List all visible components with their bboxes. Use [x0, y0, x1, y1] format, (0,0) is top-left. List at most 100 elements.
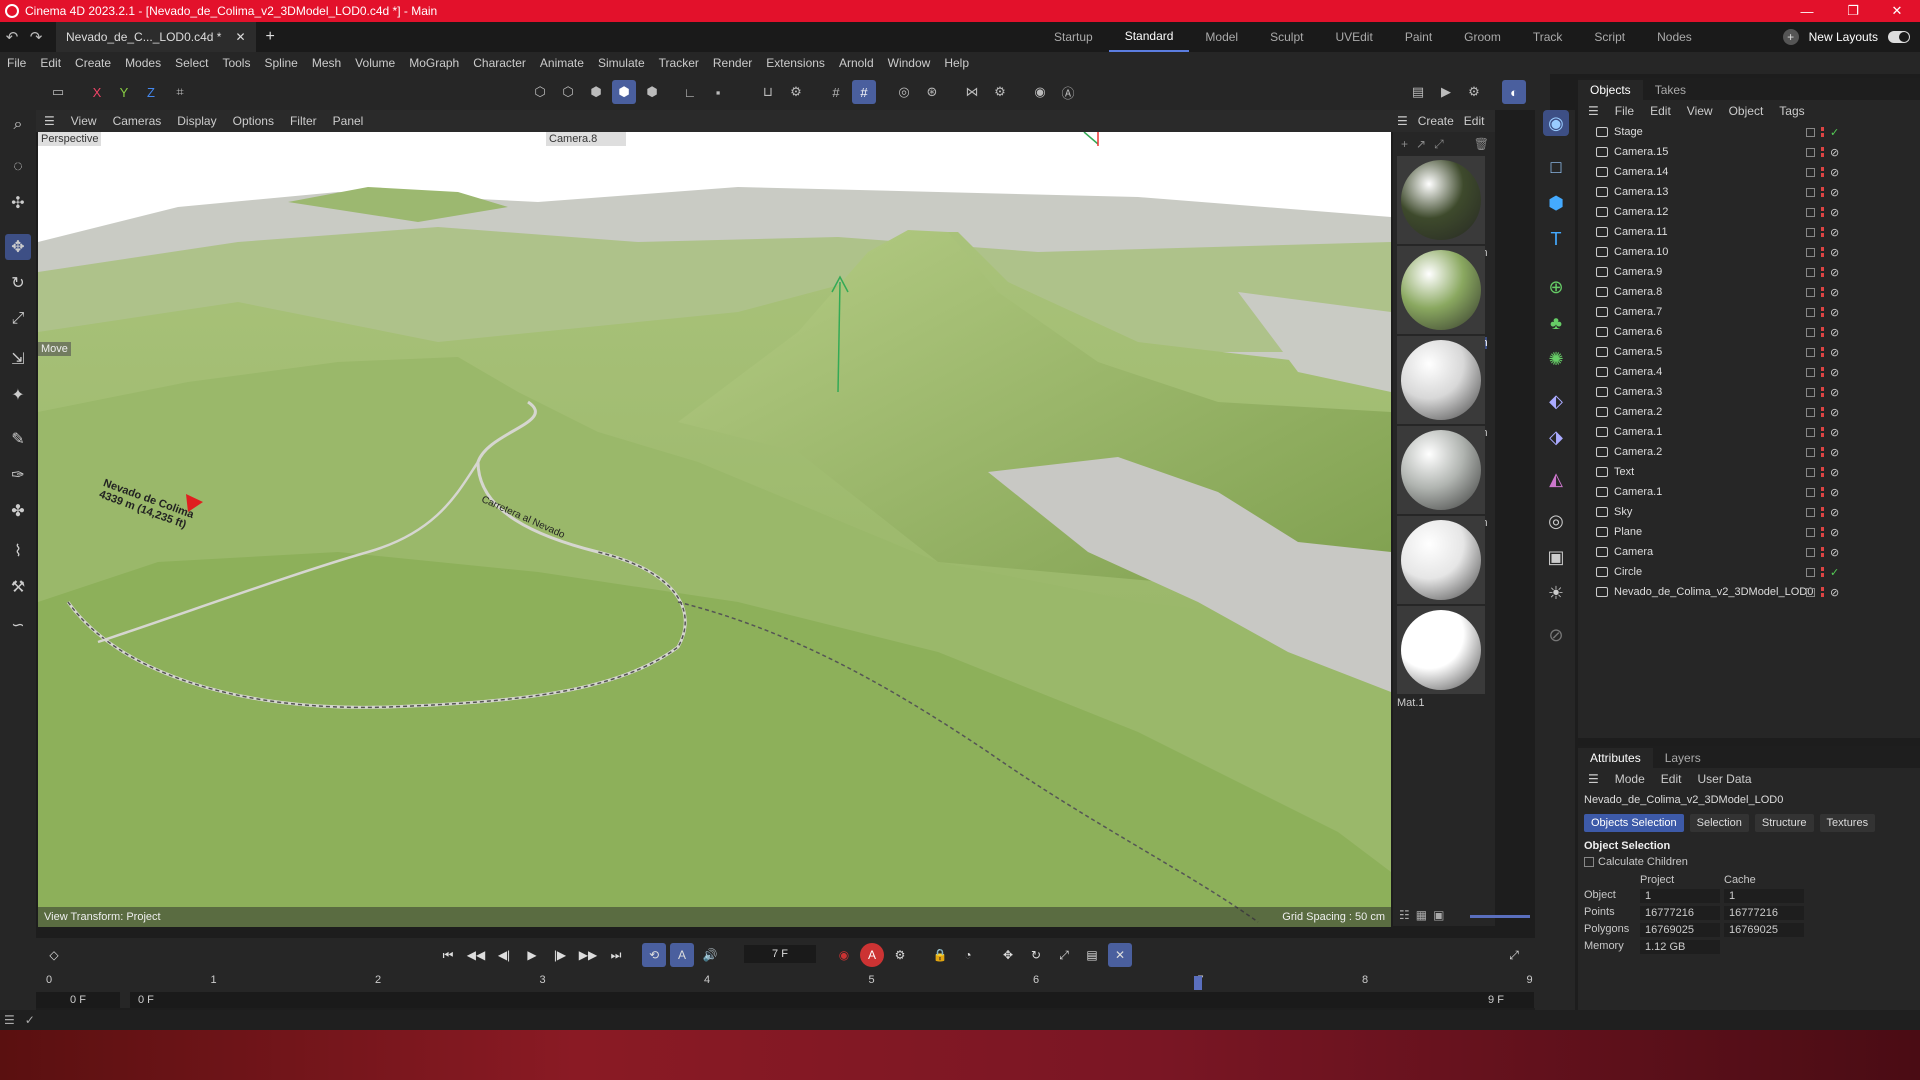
calculate-children-checkbox[interactable] [1584, 857, 1594, 867]
object-row[interactable]: Text ⊘ [1578, 462, 1920, 482]
list-view-icon[interactable]: ☷ [1399, 908, 1410, 922]
menu-help[interactable]: Help [937, 56, 976, 70]
object-row[interactable]: Camera.3 ⊘ [1578, 382, 1920, 402]
edit-toggle[interactable] [1806, 287, 1815, 297]
object-row[interactable]: Camera.1 ⊘ [1578, 482, 1920, 502]
viewport-menu-panel[interactable]: Panel [325, 114, 372, 128]
select-tool-icon[interactable]: ◌ [5, 154, 31, 180]
light-icon[interactable]: ☀ [1543, 580, 1569, 606]
visibility-dots[interactable] [1821, 507, 1824, 517]
range-end-field[interactable]: 9 F [1458, 992, 1534, 1008]
spline-pen-icon[interactable]: ✎ [5, 426, 31, 452]
undo-history-icon[interactable]: ▭ [46, 80, 70, 104]
viewport-menu-display[interactable]: Display [169, 114, 224, 128]
edit-toggle[interactable] [1806, 327, 1815, 337]
object-row[interactable]: Nevado_de_Colima_v2_3DModel_LOD0 ⊘ [1578, 582, 1920, 602]
auto-lod-icon[interactable]: Ⓐ [1056, 80, 1080, 104]
object-row[interactable]: Camera ⊘ [1578, 542, 1920, 562]
menu-spline[interactable]: Spline [257, 56, 304, 70]
parameter-key-icon[interactable]: ▤ [1080, 943, 1104, 967]
visibility-dots[interactable] [1821, 307, 1824, 317]
object-row[interactable]: Camera.1 ⊘ [1578, 422, 1920, 442]
visibility-dots[interactable] [1821, 587, 1824, 597]
edit-toggle[interactable] [1806, 227, 1815, 237]
tab-takes[interactable]: Takes [1643, 80, 1698, 100]
close-button[interactable]: ✕ [1874, 0, 1920, 22]
uv-mode-icon[interactable]: ⬢ [640, 80, 664, 104]
visibility-dots[interactable] [1821, 547, 1824, 557]
object-row[interactable]: Camera.14 ⊘ [1578, 162, 1920, 182]
edit-toggle[interactable] [1806, 487, 1815, 497]
subtab-selection[interactable]: Selection [1689, 814, 1749, 832]
object-row[interactable]: Circle ✓ [1578, 562, 1920, 582]
visibility-dots[interactable] [1821, 287, 1824, 297]
edit-toggle[interactable] [1806, 127, 1815, 137]
material-link-icon[interactable]: ↗ [1416, 137, 1426, 151]
position-key-icon[interactable]: ✥ [996, 943, 1020, 967]
object-row[interactable]: Plane ⊘ [1578, 522, 1920, 542]
edit-toggle[interactable] [1806, 147, 1815, 157]
material-menu-create[interactable]: Create [1418, 114, 1454, 128]
layout-groom[interactable]: Groom [1448, 22, 1517, 52]
symmetry-settings-icon[interactable]: ⚙ [988, 80, 1012, 104]
snap-settings-icon[interactable]: ⚙ [784, 80, 808, 104]
object-row[interactable]: Camera.10 ⊘ [1578, 242, 1920, 262]
new-layouts-toggle[interactable] [1888, 31, 1910, 43]
spline-smooth-icon[interactable]: ✑ [5, 462, 31, 488]
visibility-dots[interactable] [1821, 207, 1824, 217]
grid-icon[interactable]: # [824, 80, 848, 104]
graph-editor-icon[interactable]: ⤢ [1502, 943, 1526, 967]
symmetry-icon[interactable]: ⋈ [960, 80, 984, 104]
visibility-dots[interactable] [1821, 167, 1824, 177]
document-tab-close-icon[interactable]: ✕ [235, 30, 245, 44]
rotate-tool-icon[interactable]: ↻ [5, 270, 31, 296]
tab-layers[interactable]: Layers [1653, 748, 1713, 768]
subtab-structure[interactable]: Structure [1754, 814, 1814, 832]
layout-model[interactable]: Model [1189, 22, 1254, 52]
object-row[interactable]: Camera.5 ⊘ [1578, 342, 1920, 362]
3d-viewport[interactable]: Perspective Camera.8 Move Nevado de Coli… [38, 132, 1391, 927]
move-tool-icon[interactable]: ✥ [5, 234, 31, 260]
edit-toggle[interactable] [1806, 567, 1815, 577]
edit-toggle[interactable] [1806, 507, 1815, 517]
layout-startup[interactable]: Startup [1038, 22, 1109, 52]
edit-toggle[interactable] [1806, 527, 1815, 537]
object-hamburger-icon[interactable]: ☰ [1588, 104, 1599, 118]
minimize-button[interactable]: — [1784, 0, 1830, 22]
go-to-end-icon[interactable]: ⏭ [604, 943, 628, 967]
edges-mode-icon[interactable]: ⬡ [556, 80, 580, 104]
material-size-slider[interactable] [1470, 915, 1530, 918]
menu-create[interactable]: Create [68, 56, 118, 70]
viewport-menu-filter[interactable]: Filter [282, 114, 325, 128]
live-select-icon[interactable]: ✣ [5, 190, 31, 216]
menu-edit[interactable]: Edit [33, 56, 68, 70]
soft-selection-icon[interactable]: ◎ [892, 80, 916, 104]
material-expand-icon[interactable]: ⤢ [1434, 137, 1444, 152]
points-mode-icon[interactable]: ⬡ [528, 80, 552, 104]
menu-tools[interactable]: Tools [215, 56, 257, 70]
menu-arnold[interactable]: Arnold [832, 56, 881, 70]
range-slider[interactable]: 0 F 9 F [130, 992, 1500, 1008]
menu-character[interactable]: Character [466, 56, 533, 70]
visibility-dots[interactable] [1821, 267, 1824, 277]
edit-toggle[interactable] [1806, 447, 1815, 457]
knife-icon[interactable]: ⚒ [5, 574, 31, 600]
object-row[interactable]: Camera.13 ⊘ [1578, 182, 1920, 202]
edit-toggle[interactable] [1806, 427, 1815, 437]
field-icon[interactable]: ⬗ [1543, 424, 1569, 450]
render-view-icon[interactable]: ▤ [1406, 80, 1430, 104]
render-settings-icon[interactable]: ⚙ [1462, 80, 1486, 104]
cube-primitive-icon[interactable]: □ [1543, 154, 1569, 180]
workplane-icon[interactable]: # [852, 80, 876, 104]
axis-mode-icon[interactable]: ∟ [678, 80, 702, 104]
object-menu-edit[interactable]: Edit [1650, 104, 1671, 118]
effector-icon[interactable]: ◭ [1543, 466, 1569, 492]
next-key-icon[interactable]: ▶▶ [576, 943, 600, 967]
status-check-icon[interactable]: ✓ [25, 1013, 35, 1027]
sound-icon[interactable]: 🔊 [698, 943, 722, 967]
transform-tool-icon[interactable]: ⇲ [5, 346, 31, 372]
layout-nodes[interactable]: Nodes [1641, 22, 1708, 52]
tweak-mode-icon[interactable]: ▪ [706, 80, 730, 104]
magnet-icon[interactable]: ∽ [5, 612, 31, 638]
object-row[interactable]: Camera.7 ⊘ [1578, 302, 1920, 322]
